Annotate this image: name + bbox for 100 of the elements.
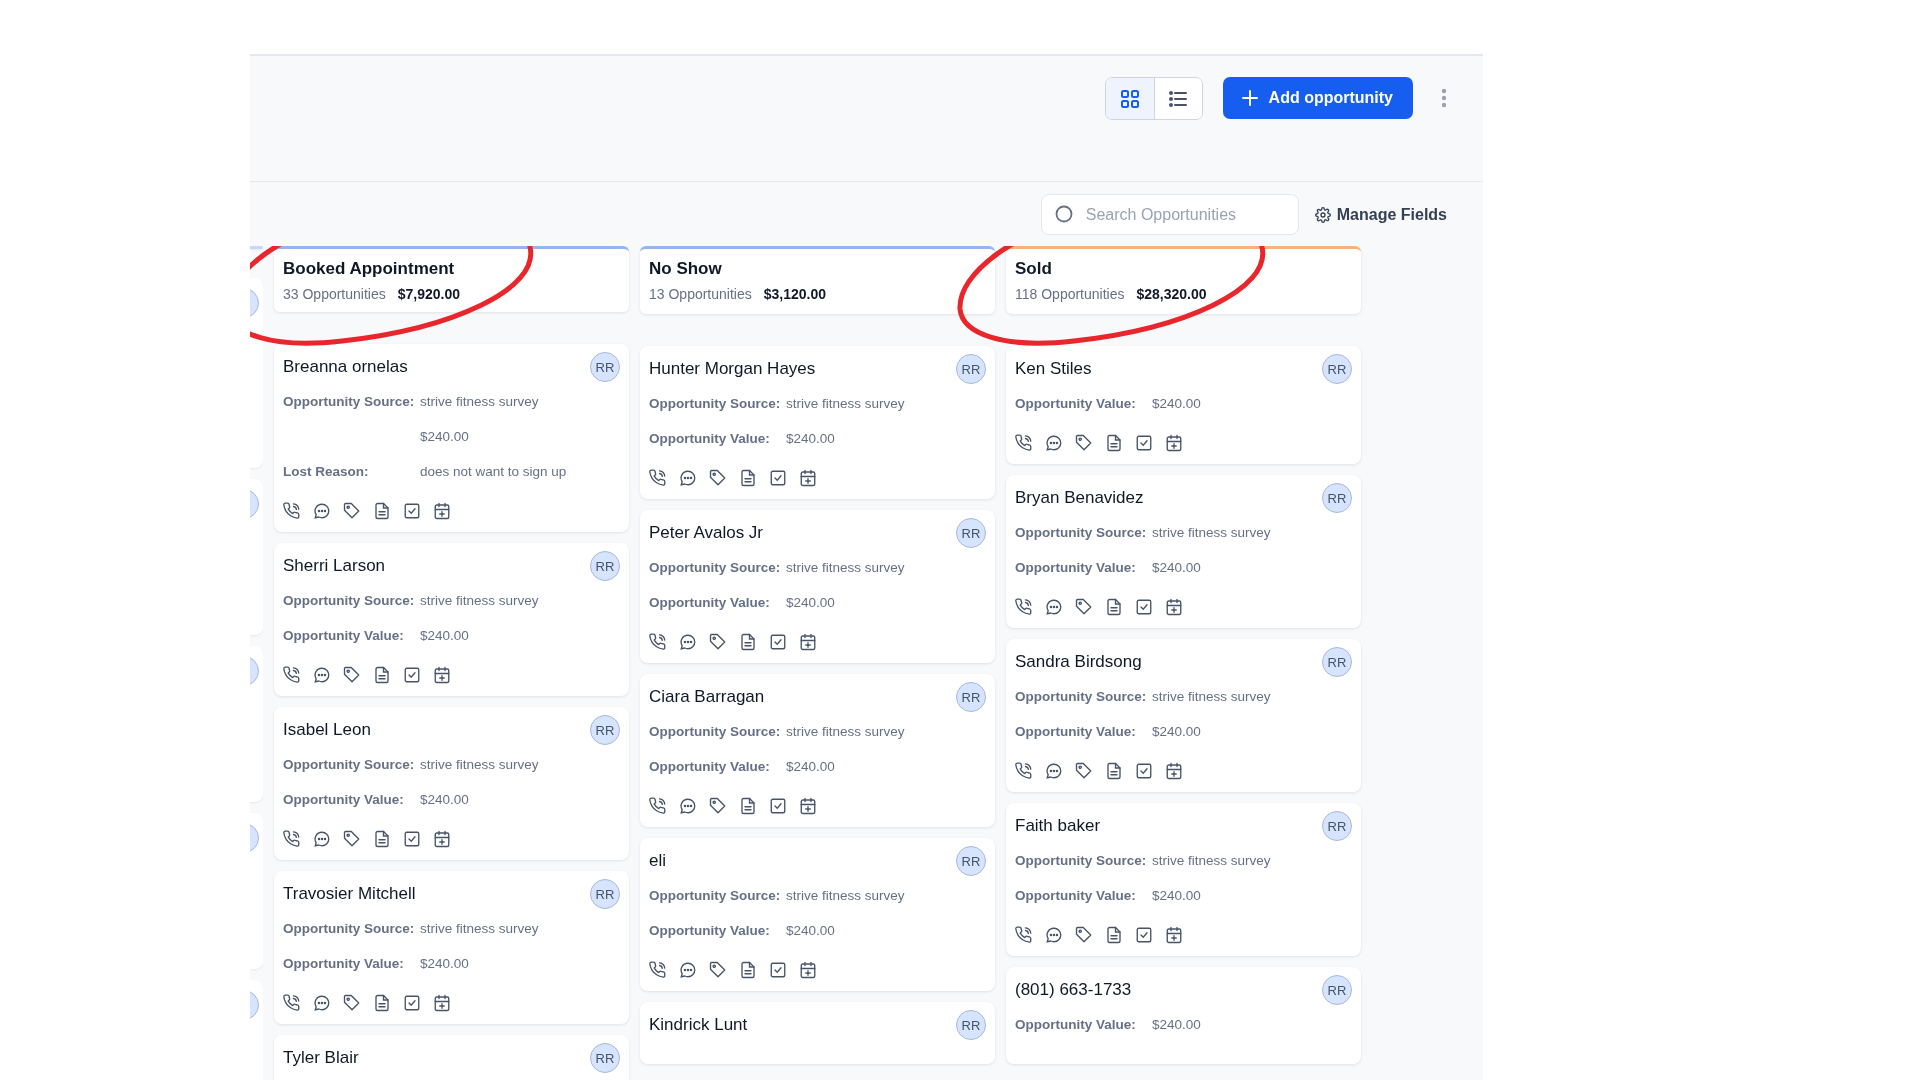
tag-icon[interactable] (1075, 434, 1093, 452)
avatar: RR (1322, 354, 1352, 384)
checkbox-icon[interactable] (1135, 762, 1153, 780)
opportunity-card[interactable]: Peter Avalos Jr RR Opportunity Source: strive fitness survey Opportunity Value: $240.00 (640, 510, 995, 663)
calendar-add-icon[interactable] (1165, 598, 1183, 616)
calendar-add-icon[interactable] (799, 961, 817, 979)
chat-icon[interactable] (1045, 434, 1063, 452)
phone-icon[interactable] (1015, 434, 1033, 452)
document-icon[interactable] (1105, 926, 1123, 944)
phone-icon[interactable] (283, 830, 301, 848)
contact-name: Faith baker (1015, 816, 1101, 836)
tag-icon[interactable] (709, 961, 727, 979)
calendar-add-icon[interactable] (1165, 762, 1183, 780)
chat-icon[interactable] (679, 797, 697, 815)
document-icon[interactable] (373, 502, 391, 520)
calendar-add-icon[interactable] (1165, 926, 1183, 944)
calendar-add-icon[interactable] (433, 666, 451, 684)
tag-icon[interactable] (709, 469, 727, 487)
opportunity-card[interactable]: Travosier Mitchell RR Opportunity Source: strive fitness survey Opportunity Value: $240.00 (274, 871, 629, 1024)
tag-icon[interactable] (1075, 598, 1093, 616)
chat-icon[interactable] (1045, 598, 1063, 616)
phone-icon[interactable] (649, 961, 667, 979)
document-icon[interactable] (1105, 598, 1123, 616)
calendar-add-icon[interactable] (799, 797, 817, 815)
document-icon[interactable] (373, 994, 391, 1012)
document-icon[interactable] (739, 797, 757, 815)
avatar: RR (956, 1010, 986, 1040)
chat-icon[interactable] (313, 994, 331, 1012)
opportunity-card[interactable]: Bryan Benavidez RR Opportunity Source: strive fitness survey Opportunity Value: $240.00 (1006, 475, 1361, 628)
checkbox-icon[interactable] (403, 666, 421, 684)
opportunity-card[interactable]: Faith baker RR Opportunity Source: strive fitness survey Opportunity Value: $240.00 (1006, 803, 1361, 956)
document-icon[interactable] (1105, 434, 1123, 452)
chat-icon[interactable] (1045, 762, 1063, 780)
checkbox-icon[interactable] (1135, 434, 1153, 452)
field-value: $240.00 (786, 431, 835, 446)
chat-icon[interactable] (679, 469, 697, 487)
checkbox-icon[interactable] (403, 994, 421, 1012)
chat-icon[interactable] (679, 633, 697, 651)
calendar-add-icon[interactable] (433, 830, 451, 848)
opportunity-card[interactable]: Ken Stiles RR Opportunity Value: $240.00 (1006, 346, 1361, 464)
phone-icon[interactable] (283, 502, 301, 520)
checkbox-icon[interactable] (403, 830, 421, 848)
tag-icon[interactable] (709, 797, 727, 815)
chat-icon[interactable] (313, 830, 331, 848)
checkbox-icon[interactable] (769, 633, 787, 651)
phone-icon[interactable] (283, 666, 301, 684)
chat-icon[interactable] (679, 961, 697, 979)
phone-icon[interactable] (283, 994, 301, 1012)
checkbox-icon[interactable] (403, 502, 421, 520)
manage-fields-button[interactable]: Manage Fields (1314, 205, 1447, 224)
calendar-add-icon[interactable] (799, 633, 817, 651)
field-value: strive fitness survey (786, 396, 905, 411)
calendar-add-icon[interactable] (433, 994, 451, 1012)
tag-icon[interactable] (1075, 926, 1093, 944)
grid-view-button[interactable] (1105, 78, 1154, 119)
chat-icon[interactable] (1045, 926, 1063, 944)
chat-icon[interactable] (313, 502, 331, 520)
phone-icon[interactable] (1015, 762, 1033, 780)
document-icon[interactable] (739, 469, 757, 487)
calendar-add-icon[interactable] (799, 469, 817, 487)
checkbox-icon[interactable] (1135, 926, 1153, 944)
phone-icon[interactable] (649, 633, 667, 651)
field-label: Opportunity Source: (1015, 689, 1148, 704)
phone-icon[interactable] (649, 797, 667, 815)
chat-icon[interactable] (313, 666, 331, 684)
field-label: Opportunity Value: (1015, 888, 1137, 903)
opportunity-card[interactable]: Sandra Birdsong RR Opportunity Source: strive fitness survey Opportunity Value: $240.00 (1006, 639, 1361, 792)
document-icon[interactable] (1105, 762, 1123, 780)
list-view-button[interactable] (1153, 78, 1202, 119)
phone-icon[interactable] (1015, 598, 1033, 616)
opportunity-card[interactable]: Ciara Barragan RR Opportunity Source: strive fitness survey Opportunity Value: $240.00 (640, 674, 995, 827)
tag-icon[interactable] (709, 633, 727, 651)
tag-icon[interactable] (343, 830, 361, 848)
add-opportunity-button[interactable]: Add opportunity (1222, 77, 1413, 119)
document-icon[interactable] (739, 633, 757, 651)
phone-icon[interactable] (649, 469, 667, 487)
checkbox-icon[interactable] (769, 469, 787, 487)
field-label: Opportunity Source: (283, 394, 416, 409)
opportunity-card[interactable]: (801) 663-1733 RR Opportunity Value: $240.00 (1006, 967, 1361, 1064)
opportunity-card[interactable]: Tyler Blair RR (274, 1035, 629, 1080)
opportunity-card[interactable]: eli RR Opportunity Source: strive fitness survey Opportunity Value: $240.00 (640, 838, 995, 991)
opportunity-card[interactable]: Hunter Morgan Hayes RR Opportunity Source: strive fitness survey Opportunity Value: $240.00 (640, 346, 995, 499)
opportunity-card[interactable]: Breanna ornelas RR Opportunity Source: strive fitness survey $240.00 Lost Reason: does not want to sign up (274, 344, 629, 532)
opportunity-card[interactable]: Sherri Larson RR Opportunity Source: strive fitness survey Opportunity Value: $240.00 (274, 543, 629, 696)
document-icon[interactable] (373, 830, 391, 848)
tag-icon[interactable] (1075, 762, 1093, 780)
opportunity-card[interactable]: Kindrick Lunt RR (640, 1002, 995, 1064)
calendar-add-icon[interactable] (433, 502, 451, 520)
search-field[interactable]: Search Opportunities (1040, 194, 1299, 235)
document-icon[interactable] (373, 666, 391, 684)
checkbox-icon[interactable] (769, 797, 787, 815)
document-icon[interactable] (739, 961, 757, 979)
tag-icon[interactable] (343, 666, 361, 684)
opportunity-card[interactable]: Isabel Leon RR Opportunity Source: strive fitness survey Opportunity Value: $240.00 (274, 707, 629, 860)
checkbox-icon[interactable] (769, 961, 787, 979)
tag-icon[interactable] (343, 994, 361, 1012)
phone-icon[interactable] (1015, 926, 1033, 944)
checkbox-icon[interactable] (1135, 598, 1153, 616)
tag-icon[interactable] (343, 502, 361, 520)
calendar-add-icon[interactable] (1165, 434, 1183, 452)
